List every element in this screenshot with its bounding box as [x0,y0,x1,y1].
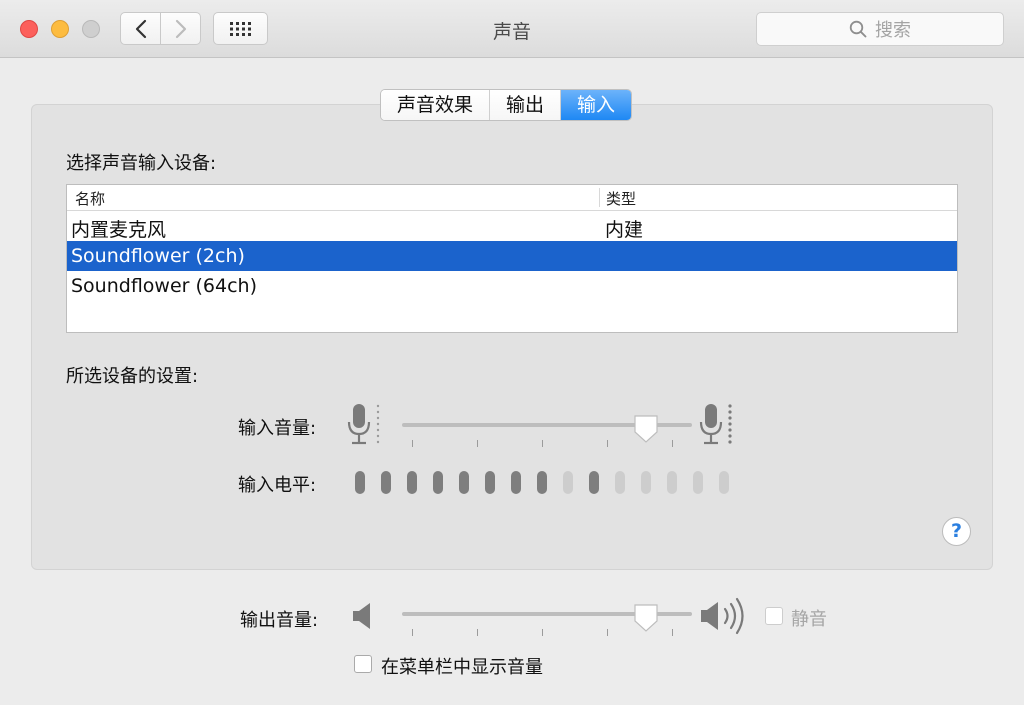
slider-tick [607,629,608,636]
level-segment [537,471,547,494]
table-row[interactable]: 内置麦克风 内建 [67,211,957,241]
search-icon [849,20,867,38]
mute-label: 静音 [791,609,827,630]
level-segment [381,471,391,494]
search-placeholder: 搜索 [875,20,911,41]
input-volume-slider[interactable] [402,412,692,447]
title-bar: 声音 搜索 [0,0,1024,58]
table-header: 名称 类型 [67,185,957,211]
microphone-icon [347,404,380,445]
slider-tick [672,629,673,636]
level-segment [511,471,521,494]
level-segment [641,471,651,494]
input-device-heading: 选择声音输入设备: [66,153,217,174]
output-volume-slider[interactable] [402,601,692,636]
input-device-table[interactable]: 名称 类型 内置麦克风 内建 Soundflower (2ch) Soundfl… [66,184,958,333]
tab-sound-effects[interactable]: 声音效果 [381,90,491,120]
show-volume-in-menubar-label: 在菜单栏中显示音量 [381,657,543,678]
input-level-label: 输入电平: [238,475,317,496]
show-volume-in-menubar-checkbox[interactable] [354,655,372,673]
level-segment [615,471,625,494]
level-segment [459,471,469,494]
device-name: Soundflower (2ch) [71,245,245,267]
slider-tick [542,440,543,447]
speaker-low-icon [353,603,370,629]
slider-tick [477,440,478,447]
column-header-type[interactable]: 类型 [599,188,636,208]
output-volume-label: 输出音量: [240,610,319,631]
level-segment [433,471,443,494]
level-segment [693,471,703,494]
mute-checkbox[interactable] [765,607,783,625]
help-button[interactable]: ? [942,517,971,546]
speaker-high-icon [701,597,744,635]
slider-thumb[interactable] [633,414,659,444]
tab-bar: 声音效果 输出 输入 [380,89,633,121]
table-row[interactable]: Soundflower (2ch) [67,241,957,271]
level-segment [563,471,573,494]
tab-input[interactable]: 输入 [561,90,632,120]
slider-tick [412,440,413,447]
search-field[interactable]: 搜索 [756,12,1004,46]
input-volume-label: 输入音量: [238,418,317,439]
slider-thumb[interactable] [633,603,659,633]
level-segment [407,471,417,494]
slider-tick [412,629,413,636]
tab-output[interactable]: 输出 [490,90,562,120]
microphone-icon [699,404,732,445]
device-name: 内置麦克风 [71,219,167,241]
level-segment [719,471,729,494]
slider-tick [542,629,543,636]
device-name: Soundflower (64ch) [71,275,257,297]
level-segment [485,471,495,494]
level-segment [589,471,599,494]
slider-tick [672,440,673,447]
column-header-name[interactable]: 名称 [75,188,105,209]
device-type: 内建 [605,219,644,241]
level-segment [355,471,365,494]
slider-tick [607,440,608,447]
slider-tick [477,629,478,636]
device-settings-heading: 所选设备的设置: [66,366,199,387]
table-row[interactable]: Soundflower (64ch) [67,271,957,301]
level-segment [667,471,677,494]
